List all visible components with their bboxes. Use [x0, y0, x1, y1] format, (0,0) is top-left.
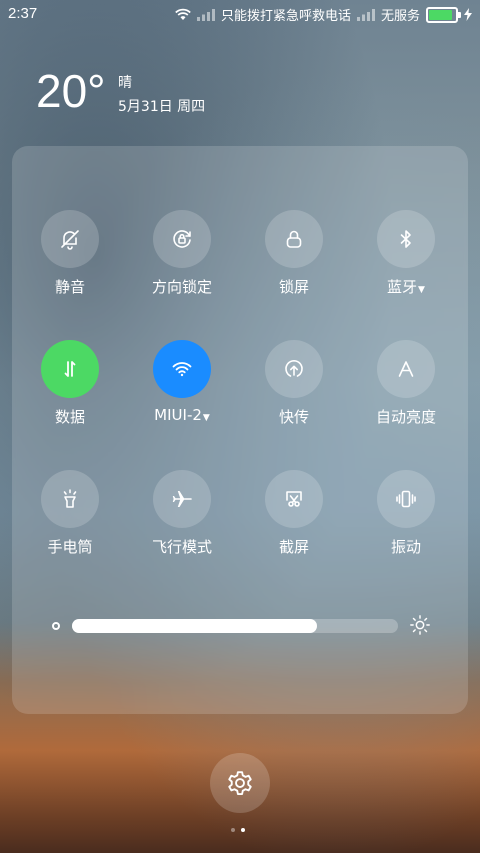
charging-icon: [464, 8, 472, 21]
toggle-label: 手电筒: [47, 538, 93, 556]
toggle-lock-screen[interactable]: 锁屏: [238, 210, 350, 297]
bell-off-icon: [61, 230, 79, 250]
status-time: 2:37: [8, 5, 38, 22]
toggle-mobile-data[interactable]: 数据: [14, 340, 126, 427]
toggle-circle[interactable]: [377, 340, 435, 398]
wifi-icon: [172, 362, 192, 377]
quick-transfer-icon: [285, 360, 303, 377]
toggle-label: 振动: [390, 538, 421, 556]
status-bar: 2:37 只能拨打紧急呼救电话 无服务: [0, 0, 480, 28]
toggle-label: 飞行模式: [151, 538, 212, 556]
toggle-circle[interactable]: [41, 210, 99, 268]
signal-icon-2: [356, 8, 375, 21]
toggle-screenshot[interactable]: 截屏: [238, 470, 350, 557]
toggle-label: 锁屏: [278, 278, 309, 296]
settings-button[interactable]: [210, 753, 270, 813]
toggle-circle[interactable]: [153, 210, 211, 268]
brightness-slider-fill[interactable]: [72, 619, 317, 633]
weather-widget[interactable]: 20° 晴 5月31日 周四: [36, 65, 205, 117]
toggle-circle[interactable]: [41, 470, 99, 528]
toggle-circle[interactable]: [41, 340, 99, 398]
date-label: 5月31日 周四: [118, 99, 206, 115]
toggle-vibrate[interactable]: 振动: [350, 470, 462, 557]
toggle-circle[interactable]: [377, 210, 435, 268]
toggle-label: 快传: [278, 408, 309, 426]
toggle-silent[interactable]: 静音: [14, 210, 126, 297]
battery-icon: [426, 6, 461, 23]
toggle-circle[interactable]: [265, 210, 323, 268]
toggle-label: 蓝牙: [387, 278, 418, 296]
toggle-circle[interactable]: [265, 340, 323, 398]
page-dot: [231, 828, 235, 832]
toggle-label: MIUI-2: [154, 406, 202, 424]
lock-icon: [286, 230, 302, 248]
screenshot-icon: [286, 491, 302, 507]
carrier-text-1: 只能拨打紧急呼救电话: [220, 9, 351, 24]
quick-settings-panel: 静音 方向锁定 锁屏 蓝牙▼ 数据 MIUI-2▼ 快传 自动亮度 手电筒 飞行…: [12, 146, 468, 714]
page-dot-active: [241, 828, 245, 832]
temperature: 20°: [36, 65, 106, 117]
signal-icon: [196, 8, 215, 21]
flashlight-icon: [63, 489, 77, 508]
toggle-bluetooth[interactable]: 蓝牙▼: [350, 210, 462, 297]
carrier-text-2: 无服务: [380, 9, 420, 24]
toggle-circle[interactable]: [377, 470, 435, 528]
toggle-label: 方向锁定: [151, 278, 212, 296]
toggle-auto-brightness[interactable]: 自动亮度: [350, 340, 462, 427]
toggle-label: 截屏: [278, 538, 309, 556]
rotation-lock-icon: [173, 230, 191, 248]
toggle-airplane[interactable]: 飞行模式: [126, 470, 238, 557]
gear-icon: [228, 771, 252, 795]
vibrate-icon: [396, 490, 416, 508]
brightness-slider[interactable]: [72, 619, 398, 633]
brightness-low-icon: [52, 622, 60, 630]
airplane-icon: [172, 491, 192, 507]
toggle-label: 数据: [54, 408, 85, 426]
toggle-quick-transfer[interactable]: 快传: [238, 340, 350, 427]
toggle-rotation-lock[interactable]: 方向锁定: [126, 210, 238, 297]
status-right: 只能拨打紧急呼救电话 无服务: [175, 5, 472, 24]
toggle-label: 自动亮度: [375, 408, 436, 426]
toggle-circle[interactable]: [265, 470, 323, 528]
dropdown-caret-icon: ▼: [202, 413, 210, 423]
wifi-status-icon: [175, 8, 191, 20]
toggle-label: 静音: [54, 278, 85, 296]
mobile-data-icon: [64, 361, 76, 377]
toggle-circle[interactable]: [153, 470, 211, 528]
auto-brightness-icon: [398, 361, 414, 377]
toggle-flashlight[interactable]: 手电筒: [14, 470, 126, 557]
brightness-slider-row: [52, 612, 432, 642]
brightness-high-icon: [410, 615, 430, 635]
toggle-wifi[interactable]: MIUI-2▼: [126, 340, 238, 424]
weather-condition: 晴: [118, 75, 132, 91]
toggle-circle[interactable]: [153, 340, 211, 398]
bluetooth-icon: [400, 230, 411, 248]
dropdown-caret-icon: ▼: [418, 285, 425, 295]
page-indicator: [231, 828, 245, 832]
